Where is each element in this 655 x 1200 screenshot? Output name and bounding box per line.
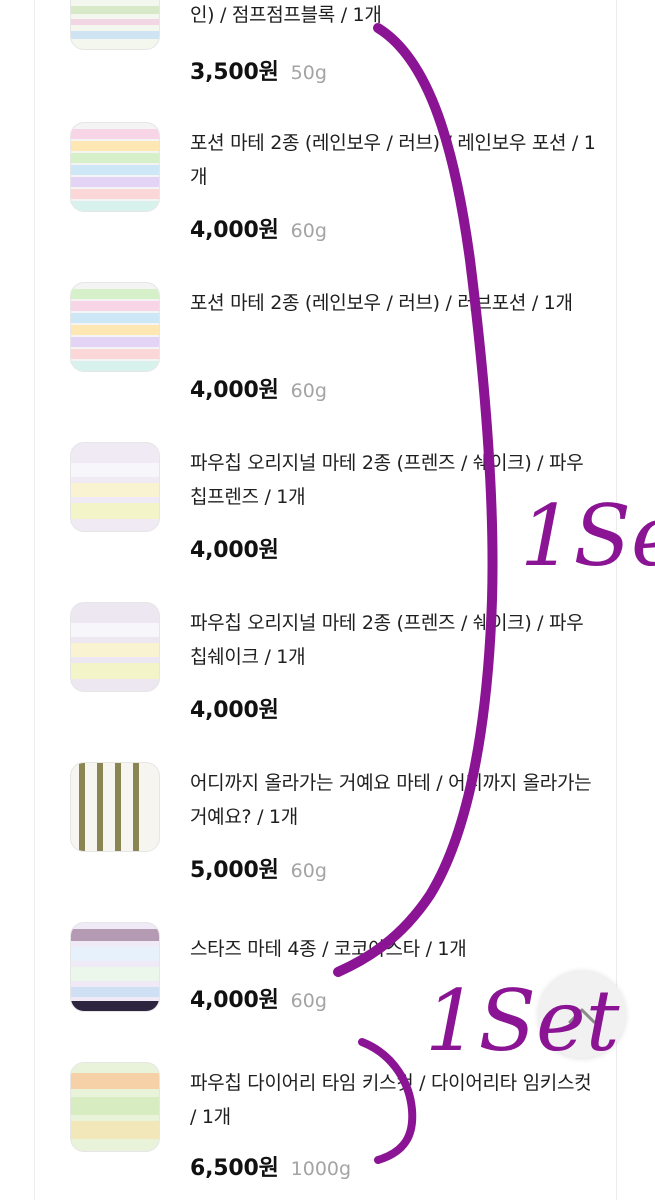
product-thumbnail <box>70 0 160 50</box>
scroll-to-top-button[interactable] <box>538 970 626 1058</box>
product-thumbnail <box>70 1062 160 1152</box>
list-item[interactable]: 파우칩 오리지널 마테 2종 (프렌즈 / 쉐이크) / 파우칩프렌즈 / 1개… <box>0 442 655 602</box>
product-price: 4,000원 <box>190 538 279 563</box>
price-row: 4,000원 <box>190 532 291 564</box>
list-item[interactable]: 파우칩 오리지널 마테 2종 (프렌즈 / 쉐이크) / 파우칩쉐이크 / 1개… <box>0 602 655 762</box>
product-thumbnail <box>70 762 160 852</box>
product-title: 포션 마테 2종 (레인보우 / 러브) / 레인보우 포션 / 1개 <box>190 132 596 188</box>
list-item[interactable]: 인) / 점프점프블록 / 1개 3,500원 50g <box>0 0 655 120</box>
product-thumbnail <box>70 602 160 692</box>
product-list-page: 인) / 점프점프블록 / 1개 3,500원 50g 포션 마테 2종 (레인… <box>0 0 655 1200</box>
list-item[interactable]: 포션 마테 2종 (레인보우 / 러브) / 러브포션 / 1개 4,000원 … <box>0 282 655 442</box>
product-title: 포션 마테 2종 (레인보우 / 러브) / 러브포션 / 1개 <box>190 292 573 314</box>
product-price: 6,500원 <box>190 1156 279 1181</box>
price-row: 4,000원 60g <box>190 212 327 244</box>
product-title: 어디까지 올라가는 거예요 마테 / 어디까지 올라가는거예요? / 1개 <box>190 772 592 828</box>
product-price: 4,000원 <box>190 378 279 403</box>
product-title: 파우칩 다이어리 타임 키스컷 / 다이어리타 임키스컷 / 1개 <box>190 1072 592 1128</box>
product-price: 5,000원 <box>190 858 279 883</box>
product-price: 4,000원 <box>190 698 279 723</box>
price-row: 5,000원 60g <box>190 852 327 884</box>
product-weight: 60g <box>290 380 327 402</box>
product-price: 3,500원 <box>190 60 279 85</box>
product-title: 파우칩 오리지널 마테 2종 (프렌즈 / 쉐이크) / 파우칩쉐이크 / 1개 <box>190 612 584 668</box>
list-item[interactable]: 포션 마테 2종 (레인보우 / 러브) / 레인보우 포션 / 1개 4,00… <box>0 122 655 282</box>
product-weight: 60g <box>290 220 327 242</box>
product-title: 스타즈 마테 4종 / 코코아스타 / 1개 <box>190 938 467 960</box>
chevron-up-icon <box>568 1008 596 1024</box>
price-row: 4,000원 60g <box>190 372 327 404</box>
product-thumbnail <box>70 442 160 532</box>
product-thumbnail <box>70 122 160 212</box>
price-row: 3,500원 50g <box>190 54 327 86</box>
price-row: 4,000원 60g <box>190 982 327 1014</box>
list-item[interactable]: 어디까지 올라가는 거예요 마테 / 어디까지 올라가는거예요? / 1개 5,… <box>0 762 655 922</box>
product-thumbnail <box>70 922 160 1012</box>
product-weight: 50g <box>290 62 327 84</box>
product-weight: 1000g <box>290 1158 352 1180</box>
price-row: 4,000원 <box>190 692 291 724</box>
product-price: 4,000원 <box>190 218 279 243</box>
product-thumbnail <box>70 282 160 372</box>
product-title: 파우칩 오리지널 마테 2종 (프렌즈 / 쉐이크) / 파우칩프렌즈 / 1개 <box>190 452 584 508</box>
price-row: 6,500원 1000g <box>190 1150 351 1182</box>
product-weight: 60g <box>290 990 327 1012</box>
product-weight: 60g <box>290 860 327 882</box>
product-price: 4,000원 <box>190 988 279 1013</box>
product-title: 인) / 점프점프블록 / 1개 <box>190 4 382 26</box>
list-item[interactable]: 파우칩 다이어리 타임 키스컷 / 다이어리타 임키스컷 / 1개 6,500원… <box>0 1062 655 1200</box>
